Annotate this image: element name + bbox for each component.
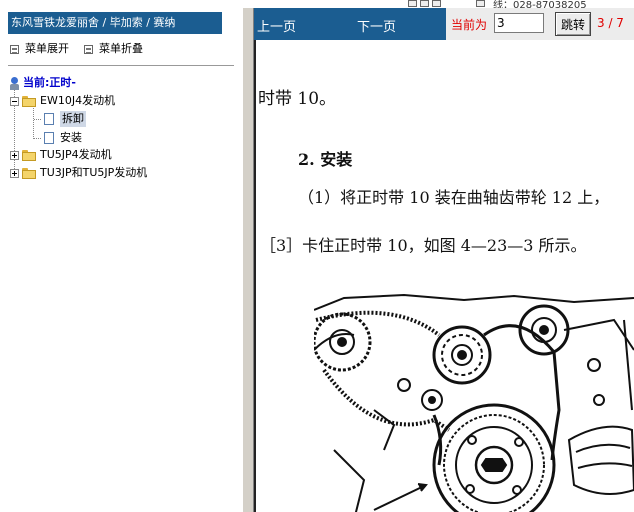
menu-collapse-button[interactable]: 菜单折叠 — [84, 42, 143, 56]
window-control-icon[interactable] — [432, 0, 441, 7]
frame-splitter[interactable] — [242, 8, 254, 512]
tree-node-label: TU5JP4发动机 — [40, 148, 112, 161]
menu-collapse-label: 菜单折叠 — [99, 42, 143, 55]
jump-button[interactable]: 跳转 — [555, 12, 591, 36]
tree-leaf-label: 安装 — [60, 131, 82, 144]
tree-node-label: EW10J4发动机 — [40, 94, 116, 107]
window-control-icon[interactable] — [476, 0, 485, 7]
navigation-pane: 东风雪铁龙爱丽舍 / 毕加索 / 赛纳 菜单展开 菜单折叠 当前:正时- EW1… — [0, 8, 242, 512]
menu-expand-label: 菜单展开 — [25, 42, 69, 55]
menu-expand-icon — [10, 44, 19, 54]
window-control-icon[interactable] — [408, 0, 417, 7]
timing-belt-diagram — [314, 293, 634, 512]
window-control-icon[interactable] — [420, 0, 429, 7]
tree-connector — [34, 119, 42, 120]
scanned-page: 时带 10。 2. 安装 （1）将正时带 10 装在曲轴齿带轮 12 上， ［3… — [254, 40, 634, 512]
top-strip: 线：028-87038205 — [0, 0, 634, 11]
page-jump-box: 当前为 跳转 3 / 7 — [446, 8, 634, 40]
current-location-icon — [10, 76, 19, 90]
current-location-label: 当前:正时- — [23, 76, 76, 89]
page-icon — [44, 113, 54, 125]
collapse-icon[interactable] — [10, 96, 19, 106]
document-pane: 上一页 下一页 当前为 跳转 3 / 7 时带 10。 2. 安装 （1）将正时… — [254, 8, 634, 512]
tree-connector — [33, 106, 34, 140]
menu-expand-button[interactable]: 菜单展开 — [10, 42, 69, 56]
page-edge — [254, 40, 256, 512]
divider-line — [8, 65, 234, 66]
expand-icon[interactable] — [10, 150, 19, 160]
page-number-input[interactable] — [494, 13, 544, 33]
next-page-link[interactable]: 下一页 — [357, 16, 396, 35]
tree-connector — [34, 138, 42, 139]
current-page-label: 当前为 — [451, 18, 488, 32]
prev-page-link[interactable]: 上一页 — [257, 16, 296, 35]
page-text-line: ［3］卡住正时带 10，如图 4—23—3 所示。 — [260, 236, 587, 255]
tree-node-tu3jp-tu5jp[interactable]: TU3JP和TU5JP发动机 — [10, 165, 147, 181]
page-icon — [44, 132, 54, 144]
section-heading: 2. 安装 — [298, 150, 353, 169]
tree-leaf-install[interactable]: 安装 — [44, 130, 82, 146]
tree-node-ew10j4[interactable]: EW10J4发动机 — [10, 93, 115, 109]
book-title: 东风雪铁龙爱丽舍 / 毕加索 / 赛纳 — [8, 12, 222, 34]
folder-icon — [22, 167, 36, 179]
page-count: 3 / 7 — [597, 16, 624, 30]
expand-icon[interactable] — [10, 168, 19, 178]
folder-open-icon — [22, 95, 36, 107]
menu-collapse-icon — [84, 44, 93, 54]
page-text-line: （1）将正时带 10 装在曲轴齿带轮 12 上， — [298, 188, 610, 207]
tree-leaf-removal[interactable]: 拆卸 — [44, 111, 86, 127]
tree-leaf-label: 拆卸 — [60, 111, 86, 127]
tree-current: 当前:正时- — [10, 75, 76, 91]
page-text-line: 时带 10。 — [258, 89, 337, 109]
tree-node-tu5jp4[interactable]: TU5JP4发动机 — [10, 147, 112, 163]
page-navigation-bar: 上一页 下一页 当前为 跳转 3 / 7 — [254, 8, 634, 40]
tree-node-label: TU3JP和TU5JP发动机 — [40, 166, 148, 179]
folder-icon — [22, 149, 36, 161]
